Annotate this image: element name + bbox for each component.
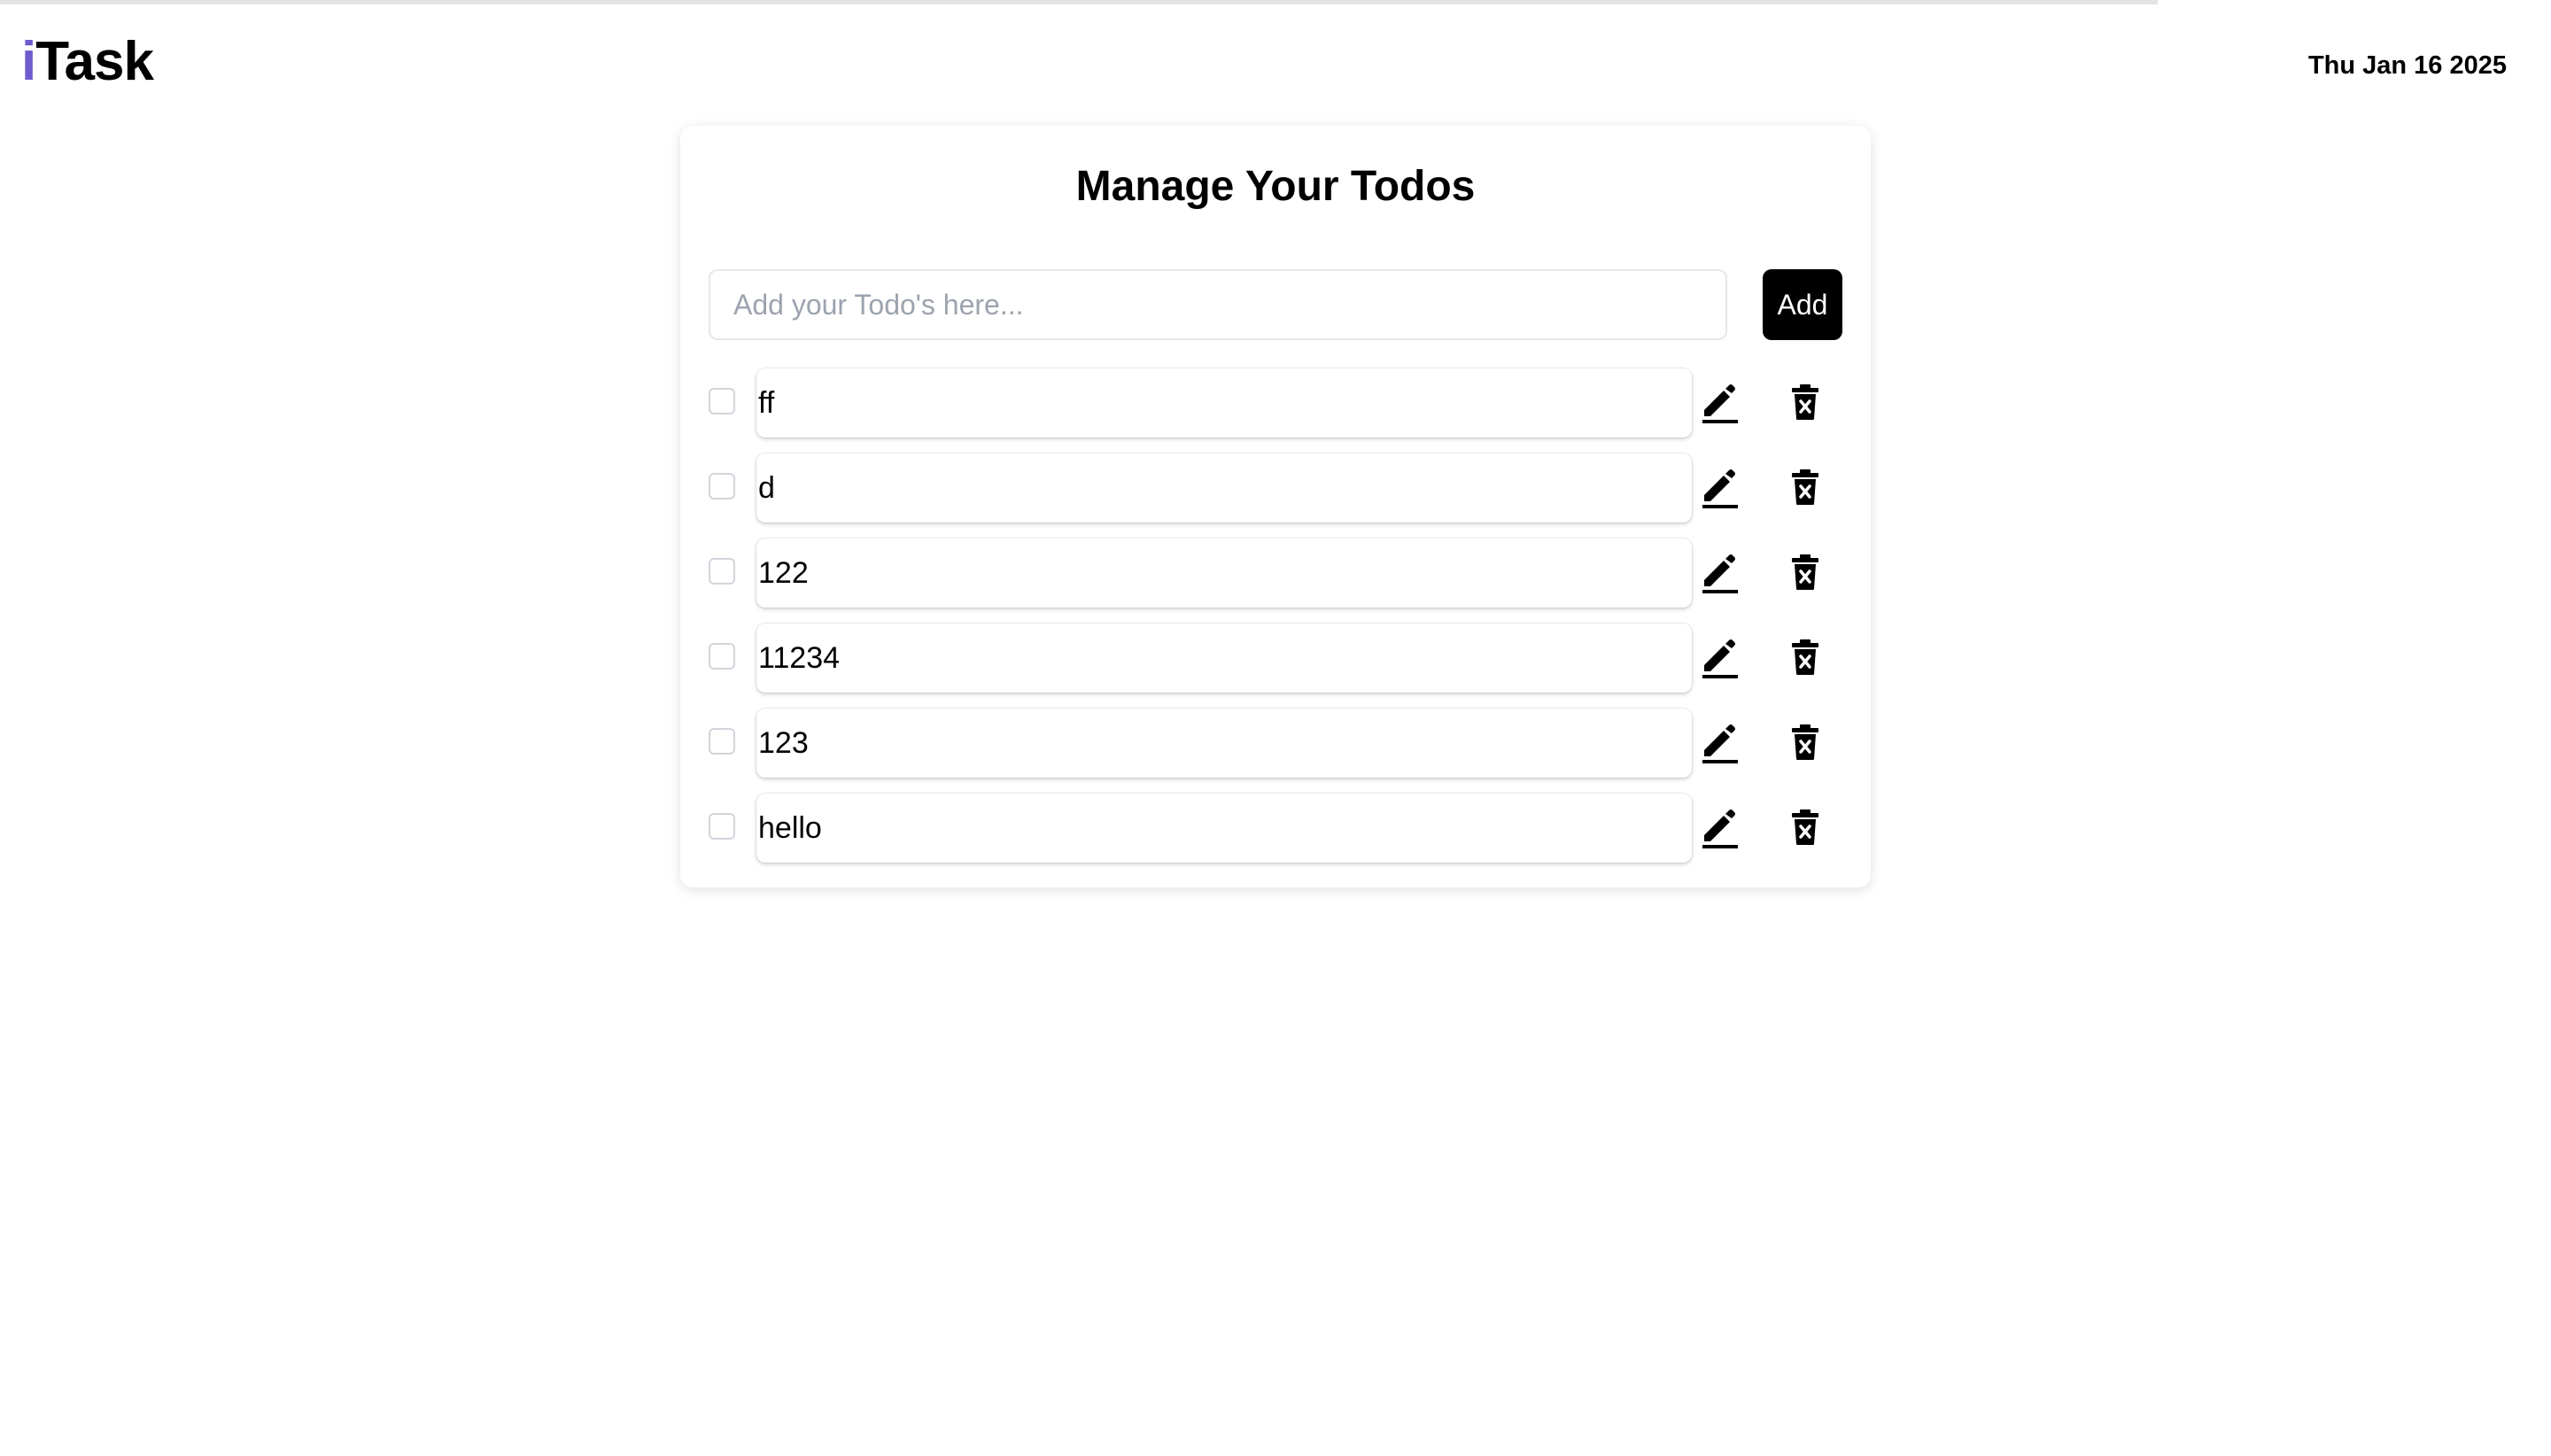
pencil-icon (1702, 384, 1738, 423)
todo-checkbox[interactable] (709, 558, 735, 585)
edit-button[interactable] (1695, 632, 1745, 682)
pencil-icon (1702, 469, 1738, 508)
brand-logo[interactable]: iTask (21, 25, 154, 99)
todo-text: 11234 (756, 623, 1692, 693)
pencil-icon (1702, 554, 1738, 593)
add-button[interactable]: Add (1763, 269, 1842, 340)
todo-checkbox[interactable] (709, 813, 735, 840)
todo-card: Manage Your Todos Add ff (680, 126, 1871, 887)
todo-checkbox[interactable] (709, 473, 735, 500)
add-todo-form: Add (709, 269, 1842, 342)
top-border (0, 0, 2158, 4)
trash-icon (1792, 554, 1818, 590)
todo-text: 122 (756, 538, 1692, 608)
delete-button[interactable] (1780, 717, 1830, 767)
trash-icon (1792, 469, 1818, 505)
todo-checkbox[interactable] (709, 728, 735, 755)
pencil-icon (1702, 724, 1738, 763)
todo-input[interactable] (709, 269, 1727, 340)
edit-button[interactable] (1695, 547, 1745, 597)
todo-item: ff (709, 368, 1842, 453)
brand-prefix: i (21, 31, 36, 92)
todo-item: hello (709, 794, 1842, 879)
trash-icon (1792, 639, 1818, 675)
trash-icon (1792, 384, 1818, 420)
todo-item: d (709, 453, 1842, 538)
edit-button[interactable] (1695, 717, 1745, 767)
todo-text: d (756, 453, 1692, 523)
trash-icon (1792, 809, 1818, 845)
todo-text: 123 (756, 709, 1692, 778)
current-date: Thu Jan 16 2025 (2307, 51, 2507, 80)
delete-button[interactable] (1780, 547, 1830, 597)
delete-button[interactable] (1780, 632, 1830, 682)
delete-button[interactable] (1780, 377, 1830, 427)
todo-item: 122 (709, 538, 1842, 623)
todo-checkbox[interactable] (709, 643, 735, 670)
edit-button[interactable] (1695, 462, 1745, 512)
edit-button[interactable] (1695, 377, 1745, 427)
trash-icon (1792, 724, 1818, 760)
brand-name: Task (35, 31, 154, 92)
delete-button[interactable] (1780, 802, 1830, 852)
delete-button[interactable] (1780, 462, 1830, 512)
todo-text: hello (756, 794, 1692, 863)
todo-item: 11234 (709, 623, 1842, 709)
todo-text: ff (756, 368, 1692, 438)
todo-list: ff d 122 11234 123 hello (709, 368, 1842, 879)
todo-item: 123 (709, 709, 1842, 794)
edit-button[interactable] (1695, 802, 1745, 852)
todo-checkbox[interactable] (709, 388, 735, 414)
pencil-icon (1702, 639, 1738, 678)
page-title: Manage Your Todos (1075, 163, 1476, 210)
pencil-icon (1702, 809, 1738, 848)
